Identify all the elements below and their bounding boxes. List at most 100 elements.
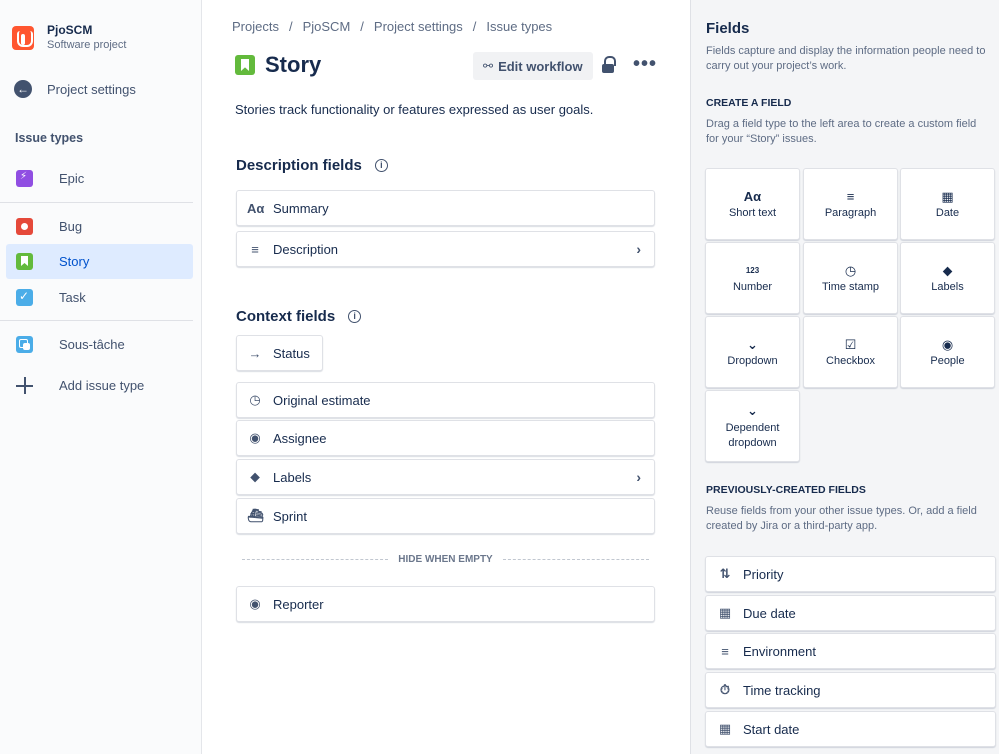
previous-field-priority[interactable]: ⇅ Priority	[705, 556, 996, 592]
calendar-icon: ▦	[941, 189, 954, 204]
sidebar-item-label: Story	[59, 254, 90, 269]
dropdown-icon: ⌄	[747, 337, 758, 352]
sidebar-divider	[0, 202, 193, 203]
calendar-icon: ▦	[718, 721, 732, 736]
main-content: Projects / PjoSCM / Project settings / I…	[202, 0, 690, 754]
issue-type-description[interactable]: Stories track functionality or features …	[235, 102, 593, 117]
epic-icon	[16, 170, 33, 187]
info-icon[interactable]: i	[374, 159, 388, 172]
breadcrumb-issue-types[interactable]: Issue types	[486, 19, 552, 34]
sidebar-item-label: Task	[59, 290, 86, 305]
fields-panel-title: Fields	[706, 20, 750, 37]
create-field-description: Drag a field type to the left area to cr…	[706, 118, 977, 145]
calendar-icon: ▦	[718, 605, 732, 620]
sidebar-item-bug[interactable]: Bug	[6, 209, 193, 244]
field-type-dropdown[interactable]: ⌄ Dropdown	[705, 316, 800, 388]
field-type-paragraph[interactable]: ≡ Paragraph	[803, 168, 898, 240]
field-type-checkbox[interactable]: ☑ Checkbox	[803, 316, 898, 388]
field-type-short-text[interactable]: Aα Short text	[705, 168, 800, 240]
field-type-label: Paragraph	[824, 207, 877, 219]
section-heading-text: Description fields	[236, 157, 362, 174]
field-reporter[interactable]: ◉ Reporter	[236, 586, 655, 622]
back-to-project-settings[interactable]: ← Project settings	[14, 80, 136, 98]
lock-icon[interactable]	[601, 56, 617, 74]
field-type-label: People	[930, 355, 965, 367]
more-options-icon[interactable]: •••	[633, 54, 657, 74]
field-type-number[interactable]: 123 Number	[705, 242, 800, 314]
previous-fields-heading: PREVIOUSLY-CREATED FIELDS	[706, 484, 866, 496]
edit-workflow-button[interactable]: ⚯ Edit workflow	[473, 52, 593, 80]
chevron-right-icon[interactable]: ›	[636, 241, 641, 257]
paragraph-icon: ≡	[721, 643, 729, 659]
page-title[interactable]: Story	[265, 52, 321, 78]
field-sprint[interactable]: ⛴ Sprint	[236, 498, 655, 534]
fields-panel-description: Fields capture and display the informati…	[706, 45, 986, 72]
field-label: Due date	[743, 605, 796, 621]
breadcrumb-project[interactable]: PjoSCM	[303, 19, 351, 34]
add-issue-type-button[interactable]: Add issue type	[6, 368, 193, 403]
field-type-time-stamp[interactable]: ◷ Time stamp	[803, 242, 898, 314]
field-type-label: Short text	[728, 207, 777, 219]
field-type-labels[interactable]: ⬥ Labels	[900, 242, 995, 314]
field-label: Sprint	[273, 508, 307, 524]
previous-field-due-date[interactable]: ▦ Due date	[705, 595, 996, 631]
field-label: Start date	[743, 721, 800, 737]
field-label: Environment	[743, 643, 816, 659]
breadcrumb-separator: /	[472, 19, 477, 34]
sidebar-item-story[interactable]: Story	[6, 244, 193, 279]
field-label: Reporter	[273, 596, 324, 612]
sidebar-section-title: Issue types	[15, 131, 84, 145]
field-type-date[interactable]: ▦ Date	[900, 168, 995, 240]
edit-workflow-label: Edit workflow	[498, 58, 583, 74]
previous-field-time-tracking[interactable]: ⏱ Time tracking	[705, 672, 996, 708]
previous-field-environment[interactable]: ≡ Environment	[705, 633, 996, 669]
field-label: Description	[273, 241, 339, 257]
previous-field-start-date[interactable]: ▦ Start date	[705, 711, 996, 747]
workflow-icon: ⚯	[483, 59, 494, 73]
bug-icon	[16, 218, 33, 235]
field-summary[interactable]: Aα Summary	[236, 190, 655, 226]
checkbox-icon: ☑	[844, 337, 857, 352]
stopwatch-icon: ⏱	[719, 682, 731, 697]
page-title-row: Story	[235, 52, 321, 78]
field-type-people[interactable]: ◉ People	[900, 316, 995, 388]
task-icon	[16, 289, 33, 306]
paragraph-icon: ≡	[251, 241, 259, 257]
sidebar-item-task[interactable]: Task	[6, 280, 193, 315]
hide-when-empty-label: HIDE WHEN EMPTY	[398, 553, 493, 565]
project-header[interactable]: PjoSCM Software project	[12, 22, 126, 52]
field-assignee[interactable]: ◉ Assignee	[236, 420, 655, 456]
field-label: Summary	[273, 200, 329, 216]
sidebar-item-epic[interactable]: Epic	[6, 161, 193, 196]
field-type-dependent-dropdown[interactable]: ⌄ Dependent dropdown	[705, 390, 800, 462]
paragraph-icon: ≡	[846, 189, 855, 204]
context-fields-heading: Context fields i	[236, 308, 362, 325]
dashed-line	[242, 558, 389, 560]
field-labels[interactable]: ⬥ Labels ›	[236, 459, 655, 495]
clock-icon: ◷	[249, 392, 261, 407]
sprint-icon: ⛴	[247, 508, 264, 523]
project-logo-icon	[12, 26, 34, 50]
text-icon: Aα	[247, 200, 265, 216]
sidebar-item-label: Epic	[59, 171, 85, 186]
info-icon[interactable]: i	[348, 310, 362, 323]
story-icon	[235, 55, 255, 75]
sidebar-item-label: Sous-tâche	[59, 337, 125, 352]
breadcrumb-project-settings[interactable]: Project settings	[374, 19, 463, 34]
field-label: Labels	[273, 469, 312, 485]
field-type-label: Dependent dropdown	[725, 422, 780, 449]
person-icon: ◉	[249, 596, 261, 611]
chevron-right-icon[interactable]: ›	[636, 469, 641, 485]
field-type-label: Number	[732, 281, 773, 293]
arrow-right-icon: →	[248, 345, 262, 361]
field-original-estimate[interactable]: ◷ Original estimate	[236, 382, 655, 418]
field-label: Original estimate	[273, 392, 371, 408]
plus-icon	[16, 377, 33, 394]
field-status[interactable]: → Status	[236, 335, 323, 371]
sidebar-item-subtask[interactable]: Sous-tâche	[6, 327, 193, 362]
field-description[interactable]: ≡ Description ›	[236, 231, 655, 267]
arrow-left-icon: ←	[14, 80, 32, 98]
field-type-label: Time stamp	[821, 281, 880, 293]
field-label: Status	[273, 345, 310, 361]
breadcrumb-projects[interactable]: Projects	[232, 19, 279, 34]
